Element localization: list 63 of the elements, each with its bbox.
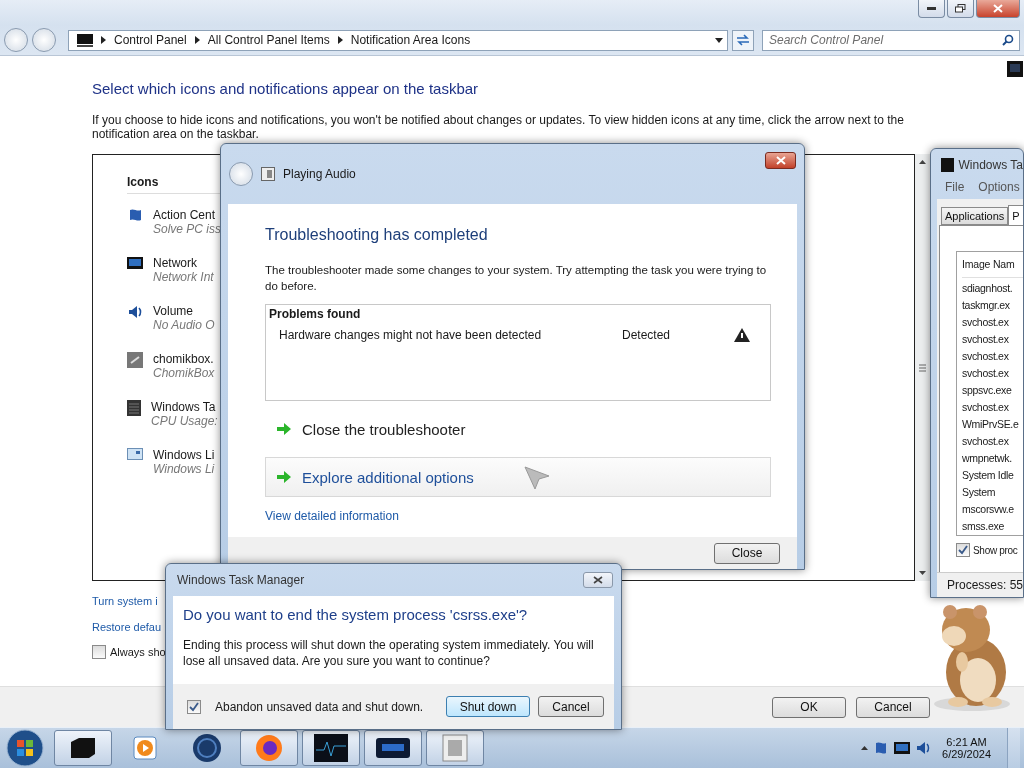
problem-text: Hardware changes might not have been detected [279,328,543,342]
process-name[interactable]: System Idle [962,469,1023,486]
process-name[interactable]: mscorsvw.e [962,503,1023,520]
menu-item[interactable]: Options [978,180,1020,199]
menu-item[interactable]: File [945,180,965,199]
process-name[interactable]: svchost.ex [962,367,1023,384]
details-link[interactable]: View detailed information [265,509,399,523]
ok-button[interactable]: OK [772,696,846,718]
tab[interactable]: P [1008,205,1023,225]
shut-down-button[interactable]: Shut down [446,696,530,717]
icon-detail: Windows Li [153,462,215,476]
checkbox-label[interactable]: Abandon unsaved data and shut down. [215,699,438,714]
process-name[interactable]: smss.exe [962,520,1023,537]
cancel-button[interactable]: Cancel [856,696,930,718]
process-name[interactable]: svchost.ex [962,350,1023,367]
icon-name: Action Cent [153,208,217,222]
icon-name: chomikbox. [153,352,215,366]
search-field[interactable]: Search Control Panel [762,29,1020,51]
cancel-button[interactable]: Cancel [538,696,604,717]
checkbox-label[interactable]: Always sho [110,646,166,658]
checkbox-label[interactable]: Show proc [973,544,1018,556]
process-name[interactable]: svchost.ex [962,435,1023,452]
heading: Troubleshooting has completed [265,226,489,244]
clock-time: 6:21 AM [946,736,987,748]
process-name[interactable]: sppsvc.exe [962,384,1023,401]
process-name[interactable]: taskmgr.ex [962,299,1023,316]
process-name[interactable]: System [962,486,1023,503]
icon-detail: No Audio O [153,318,215,332]
process-name[interactable]: WmiPrvSE.e [962,418,1023,435]
process-name[interactable]: svchost.ex [962,316,1023,333]
icon-detail: Solve PC iss [153,222,222,236]
process-name[interactable]: wmpnetwk. [962,452,1023,469]
icon-name: Windows Li [153,448,215,462]
message-text: The troubleshooter made some changes to your system. Try attempting the task you were trying to do before. [265,263,768,294]
process-name[interactable]: sdiagnhost. [962,282,1023,299]
clock[interactable]: 6:21 AM 6/29/2024 [942,736,991,760]
description-text: If you choose to hide icons and notifications, you won't be notified about changes or updates. To view hidden icons at any time, click the arrow next to the notification area on the taskbar. [92,113,905,141]
page-heading: Select which icons and notifications appear on the taskbar [92,80,480,97]
problem-status: Detected [622,328,672,342]
close-button[interactable]: Close [714,542,780,564]
process-name[interactable]: svchost.ex [962,333,1023,350]
option-link[interactable]: Close the troubleshooter [265,409,771,449]
clock-date: 6/29/2024 [942,748,991,760]
question-text: Do you want to end the system process 'csrss.exe'? [183,606,529,623]
breadcrumb[interactable]: Notification Area Icons [350,33,471,47]
message-text: Ending this process will shut down the operating system immediately. You will lose all unsaved data. Are you sure you want to continue? [183,637,595,669]
breadcrumb[interactable]: All Control Panel Items [207,33,330,47]
breadcrumb[interactable]: Control Panel [114,33,187,47]
problems-header: Problems found [269,307,362,321]
window-title: Playing Audio [283,167,356,181]
option-link[interactable]: Explore additional options [265,457,771,497]
dialog-title: Windows Task Manager [177,573,305,587]
tab[interactable]: Applications [941,207,1009,225]
icon-detail: CPU Usage: [151,414,218,428]
icon-name: Volume [153,304,195,318]
icon-detail: ChomikBox [153,366,215,380]
icon-detail: Network Int [153,270,214,284]
address-bar[interactable]: Control Panel All Control Panel Items Notification Area Icons [68,29,728,51]
icon-name: Network [153,256,198,270]
column-header[interactable]: Image Nam [962,258,1023,278]
process-name[interactable]: svchost.ex [962,401,1023,418]
window-title: Windows Ta [958,158,1023,172]
icon-name: Windows Ta [151,400,217,414]
